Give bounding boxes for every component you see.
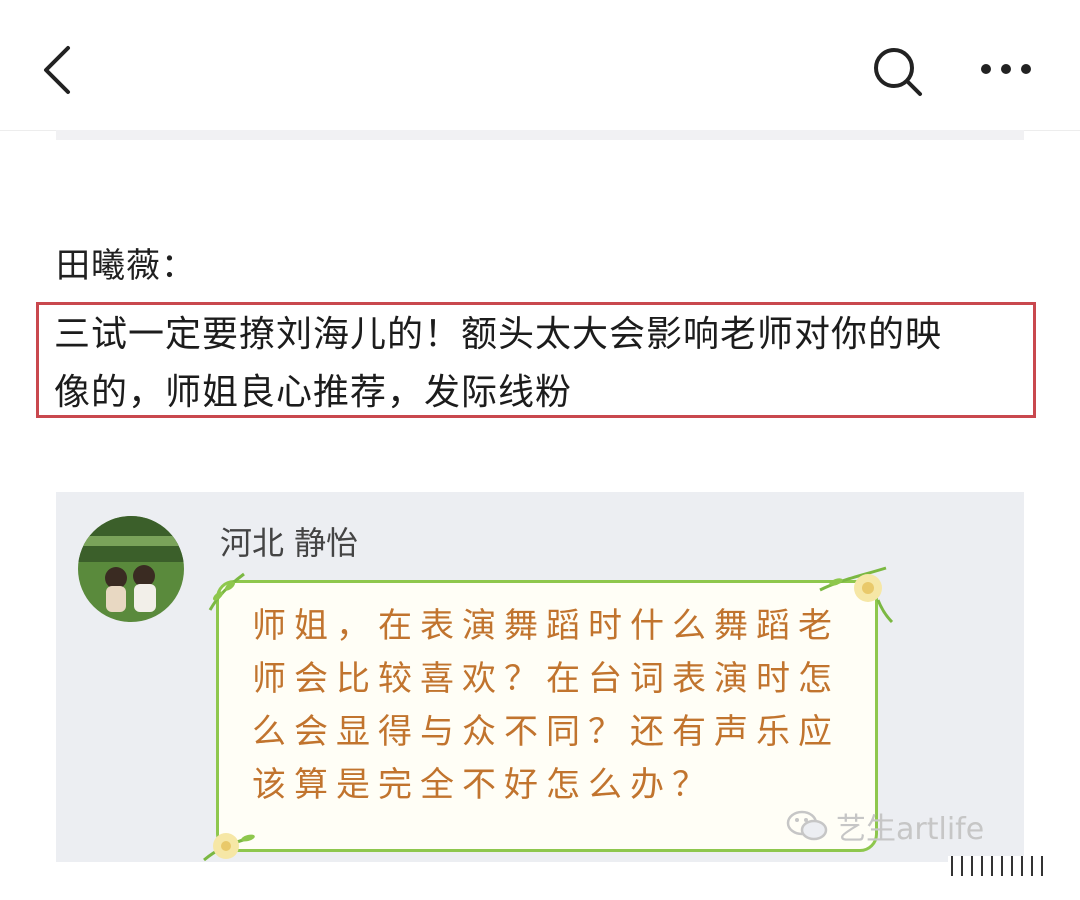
more-dots-icon xyxy=(981,64,1031,74)
flower-decoration-icon xyxy=(203,833,255,862)
highlighted-quote: 三试一定要撩刘海儿的！额头太大会影响老师对你的映 像的，师姐良心推荐，发际线粉 xyxy=(54,306,1030,422)
question-line: 师会比较喜欢？在台词表演时怎 xyxy=(252,659,840,699)
divider-strip xyxy=(56,130,1024,140)
question-line: 该算是完全不好怎么办？ xyxy=(252,765,714,805)
watermark: 艺生artlife xyxy=(786,804,984,848)
quote-line: 三试一定要撩刘海儿的！额头太大会影响老师对你的映 xyxy=(54,314,943,355)
avatar xyxy=(78,516,184,622)
chevron-left-icon xyxy=(44,46,70,94)
speaker-name: 田曦薇： xyxy=(56,246,196,286)
quote-line: 像的，师姐良心推荐，发际线粉 xyxy=(54,372,573,413)
back-button[interactable] xyxy=(38,42,82,98)
search-icon xyxy=(874,48,922,96)
search-button[interactable] xyxy=(870,44,926,100)
more-button[interactable] xyxy=(976,54,1036,84)
question-line: 么会显得与众不同？还有声乐应 xyxy=(252,712,840,752)
poster-name: 河北 静怡 xyxy=(220,524,359,562)
top-nav-bar xyxy=(0,0,1080,131)
question-text: 师姐，在表演舞蹈时什么舞蹈老 师会比较喜欢？在台词表演时怎 么会显得与众不同？还… xyxy=(252,600,852,812)
question-line: 师姐，在表演舞蹈时什么舞蹈老 xyxy=(252,606,840,646)
stripes-icon xyxy=(948,856,1043,876)
wechat-logo-icon xyxy=(786,810,828,841)
watermark-text: 艺生artlife xyxy=(836,812,985,847)
